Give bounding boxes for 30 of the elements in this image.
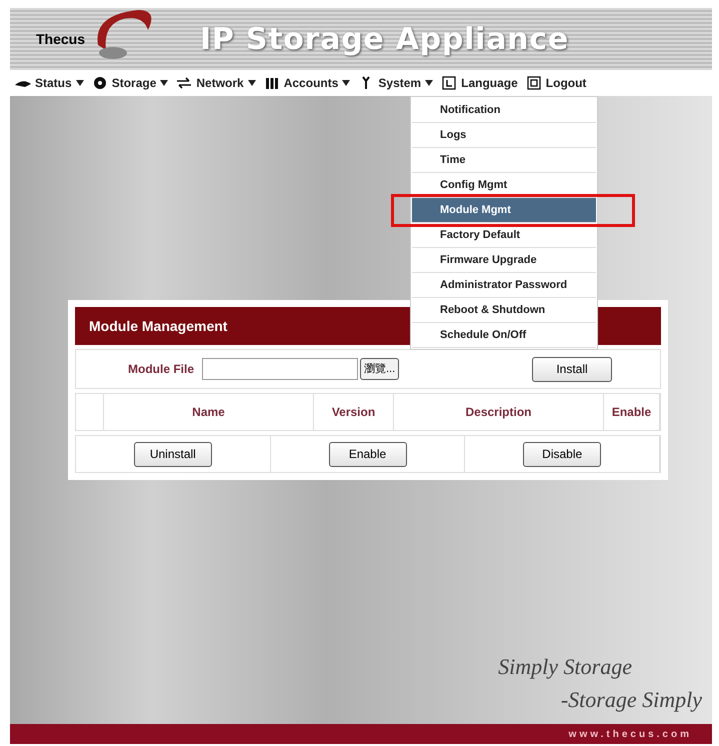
- nav-menu-item[interactable]: System: [378, 74, 422, 92]
- uninstall-button[interactable]: Uninstall: [134, 442, 212, 466]
- disable-button[interactable]: Disable: [523, 442, 602, 466]
- browse-button[interactable]: 瀏覽...: [360, 358, 400, 380]
- menu-item[interactable]: Module Mgmt: [412, 198, 596, 223]
- column-header: Name: [192, 404, 225, 421]
- banner-title: IP Storage Appliance: [200, 20, 569, 58]
- nav-menu-item[interactable]: Language: [461, 74, 518, 92]
- slogan-text: -Storage Simply: [560, 686, 702, 714]
- column-header: Description: [465, 404, 532, 421]
- door-box-icon: [526, 76, 542, 90]
- slogan-text: Simply Storage: [498, 653, 632, 681]
- column-header: Enable: [612, 404, 652, 421]
- module-file-label: Module File: [127, 361, 195, 378]
- nav-menu-item[interactable]: Storage: [112, 74, 156, 92]
- letter-box-icon: [441, 76, 458, 90]
- panel-title: Module Management: [89, 316, 228, 336]
- footer-url: www.thecus.com: [568, 728, 692, 742]
- install-button[interactable]: Install: [532, 356, 612, 382]
- module-file-field[interactable]: [202, 358, 358, 380]
- disc-icon: [92, 76, 108, 90]
- enable-button[interactable]: Enable: [328, 442, 406, 466]
- nav-menu-item[interactable]: Status: [35, 74, 72, 92]
- nav-menu-item[interactable]: Logout: [546, 74, 586, 92]
- bars-icon: [264, 76, 280, 90]
- nav-menu-item[interactable]: Accounts: [284, 74, 338, 92]
- arrows-icon: [176, 76, 192, 90]
- column-header: Version: [332, 404, 376, 421]
- logo-text: Thecus: [36, 30, 86, 48]
- nav-menu-item[interactable]: Network: [196, 74, 244, 92]
